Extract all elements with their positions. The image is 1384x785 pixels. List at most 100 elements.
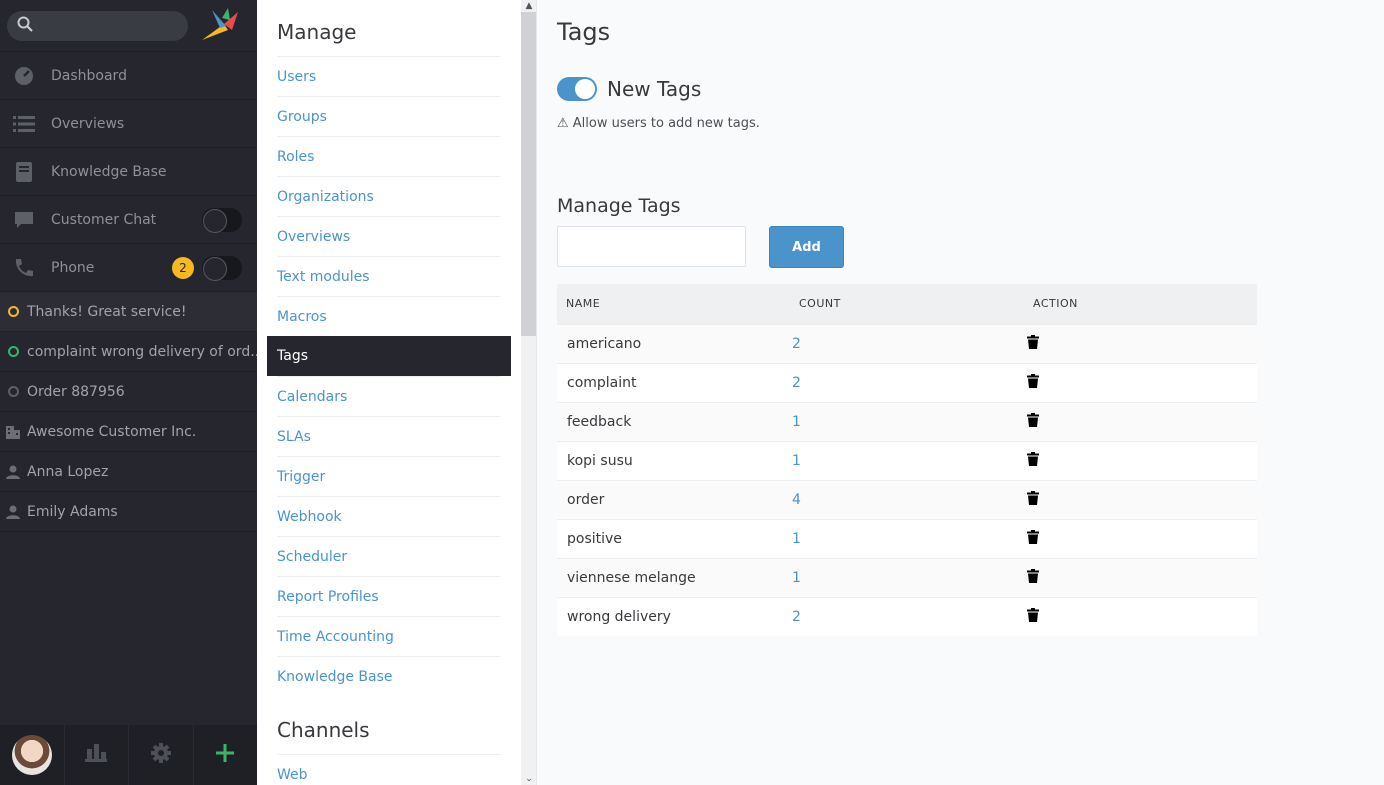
column-header-count[interactable]: COUNT bbox=[790, 284, 1024, 324]
nav-item-overviews[interactable]: Overviews bbox=[0, 100, 257, 148]
table-row: positive 1 bbox=[557, 518, 1257, 558]
menu-item-macros[interactable]: Macros bbox=[277, 296, 500, 336]
reporting-button[interactable] bbox=[65, 725, 129, 785]
tag-name[interactable]: feedback bbox=[557, 401, 790, 441]
phone-icon bbox=[12, 256, 36, 280]
add-button[interactable]: Add bbox=[769, 226, 844, 268]
task-item[interactable]: complaint wrong delivery of ord... bbox=[0, 332, 257, 372]
delete-tag-button[interactable] bbox=[1024, 479, 1257, 519]
tag-name[interactable]: viennese melange bbox=[557, 557, 790, 597]
chat-icon bbox=[12, 208, 36, 232]
table-body: americano 2 complaint 2 feedback 1 kopi … bbox=[557, 323, 1257, 636]
tag-count[interactable]: 1 bbox=[790, 557, 1024, 597]
phone-toggle[interactable] bbox=[202, 256, 242, 281]
app-logo-icon[interactable] bbox=[198, 4, 242, 48]
new-tags-hint: ⚠ Allow users to add new tags. bbox=[557, 116, 760, 131]
menu-item-calendars[interactable]: Calendars bbox=[277, 376, 500, 416]
menu-scrollbar[interactable]: ▲ ⌄ bbox=[521, 0, 536, 785]
menu-item-roles[interactable]: Roles bbox=[277, 136, 500, 176]
delete-tag-button[interactable] bbox=[1024, 440, 1257, 480]
user-icon bbox=[6, 465, 20, 479]
open-tasks: Thanks! Great service! complaint wrong d… bbox=[0, 292, 257, 532]
menu-item-tags[interactable]: Tags bbox=[267, 336, 511, 376]
menu-item-slas[interactable]: SLAs bbox=[277, 416, 500, 456]
menu-item-trigger[interactable]: Trigger bbox=[277, 456, 500, 496]
task-item[interactable]: Awesome Customer Inc. bbox=[0, 412, 257, 452]
menu-item-groups[interactable]: Groups bbox=[277, 96, 500, 136]
search-icon bbox=[17, 16, 33, 36]
menu-item-users[interactable]: Users bbox=[277, 56, 500, 96]
tag-input[interactable] bbox=[557, 226, 746, 267]
delete-tag-button[interactable] bbox=[1024, 401, 1257, 441]
menu-item-text-modules[interactable]: Text modules bbox=[277, 256, 500, 296]
menu-item-organizations[interactable]: Organizations bbox=[277, 176, 500, 216]
tag-count[interactable]: 2 bbox=[790, 596, 1024, 636]
delete-tag-button[interactable] bbox=[1024, 362, 1257, 402]
content-area: Tags New Tags ⚠ Allow users to add new t… bbox=[537, 0, 1384, 785]
new-tags-label: New Tags bbox=[607, 77, 702, 101]
table-header-row: NAME COUNT ACTION bbox=[557, 284, 1257, 324]
book-icon bbox=[12, 160, 36, 184]
customer-chat-toggle[interactable] bbox=[202, 208, 242, 233]
scroll-down-icon[interactable]: ⌄ bbox=[521, 773, 536, 785]
tag-name[interactable]: positive bbox=[557, 518, 790, 558]
nav-item-dashboard[interactable]: Dashboard bbox=[0, 52, 257, 100]
organization-icon bbox=[6, 425, 20, 439]
tag-name[interactable]: kopi susu bbox=[557, 440, 790, 480]
tag-count[interactable]: 1 bbox=[790, 401, 1024, 441]
page-title: Tags bbox=[557, 18, 611, 46]
settings-menu: Manage Users Groups Roles Organizations … bbox=[257, 0, 537, 785]
nav-item-knowledge-base[interactable]: Knowledge Base bbox=[0, 148, 257, 196]
task-item[interactable]: Emily Adams bbox=[0, 492, 257, 532]
trash-icon bbox=[1027, 568, 1039, 587]
menu-item-webhook[interactable]: Webhook bbox=[277, 496, 500, 536]
user-icon bbox=[6, 505, 20, 519]
scrollbar-thumb[interactable] bbox=[521, 12, 536, 336]
menu-item-knowledge-base[interactable]: Knowledge Base bbox=[277, 656, 500, 696]
column-header-name[interactable]: NAME bbox=[557, 284, 790, 324]
new-tags-setting: New Tags bbox=[557, 77, 1384, 101]
task-label: Anna Lopez bbox=[27, 463, 109, 480]
tag-name[interactable]: complaint bbox=[557, 362, 790, 402]
tag-count[interactable]: 4 bbox=[790, 479, 1024, 519]
delete-tag-button[interactable] bbox=[1024, 557, 1257, 597]
menu-item-report-profiles[interactable]: Report Profiles bbox=[277, 576, 500, 616]
list-icon bbox=[12, 112, 36, 136]
tag-count[interactable]: 2 bbox=[790, 323, 1024, 363]
tag-count[interactable]: 1 bbox=[790, 518, 1024, 558]
new-ticket-button[interactable] bbox=[194, 725, 258, 785]
task-item[interactable]: Anna Lopez bbox=[0, 452, 257, 492]
table-row: kopi susu 1 bbox=[557, 440, 1257, 480]
tag-count[interactable]: 2 bbox=[790, 362, 1024, 402]
trash-icon bbox=[1027, 529, 1039, 548]
tag-count[interactable]: 1 bbox=[790, 440, 1024, 480]
nav-item-customer-chat[interactable]: Customer Chat bbox=[0, 196, 257, 244]
settings-button[interactable] bbox=[129, 725, 194, 785]
delete-tag-button[interactable] bbox=[1024, 518, 1257, 558]
task-item[interactable]: Order 887956 bbox=[0, 372, 257, 412]
menu-item-web[interactable]: Web bbox=[277, 754, 500, 785]
tag-name[interactable]: order bbox=[557, 479, 790, 519]
new-tags-toggle[interactable] bbox=[557, 77, 597, 101]
nav-item-label: Overviews bbox=[51, 115, 125, 132]
search-input[interactable] bbox=[7, 10, 188, 41]
avatar[interactable] bbox=[11, 735, 52, 775]
trash-icon bbox=[1027, 490, 1039, 509]
task-item[interactable]: Thanks! Great service! bbox=[0, 292, 257, 332]
trash-icon bbox=[1027, 373, 1039, 392]
menu-item-time-accounting[interactable]: Time Accounting bbox=[277, 616, 500, 656]
task-label: complaint wrong delivery of ord... bbox=[27, 343, 257, 360]
avatar-cell[interactable] bbox=[0, 725, 65, 785]
table-row: order 4 bbox=[557, 479, 1257, 519]
scroll-up-icon[interactable]: ▲ bbox=[521, 0, 536, 12]
trash-icon bbox=[1027, 451, 1039, 470]
nav-footer bbox=[0, 725, 257, 785]
menu-item-scheduler[interactable]: Scheduler bbox=[277, 536, 500, 576]
menu-item-overviews[interactable]: Overviews bbox=[277, 216, 500, 256]
tag-name[interactable]: americano bbox=[557, 323, 790, 363]
delete-tag-button[interactable] bbox=[1024, 323, 1257, 363]
nav-item-phone[interactable]: Phone 2 bbox=[0, 244, 257, 292]
table-row: americano 2 bbox=[557, 323, 1257, 363]
tag-name[interactable]: wrong delivery bbox=[557, 596, 790, 636]
delete-tag-button[interactable] bbox=[1024, 596, 1257, 636]
